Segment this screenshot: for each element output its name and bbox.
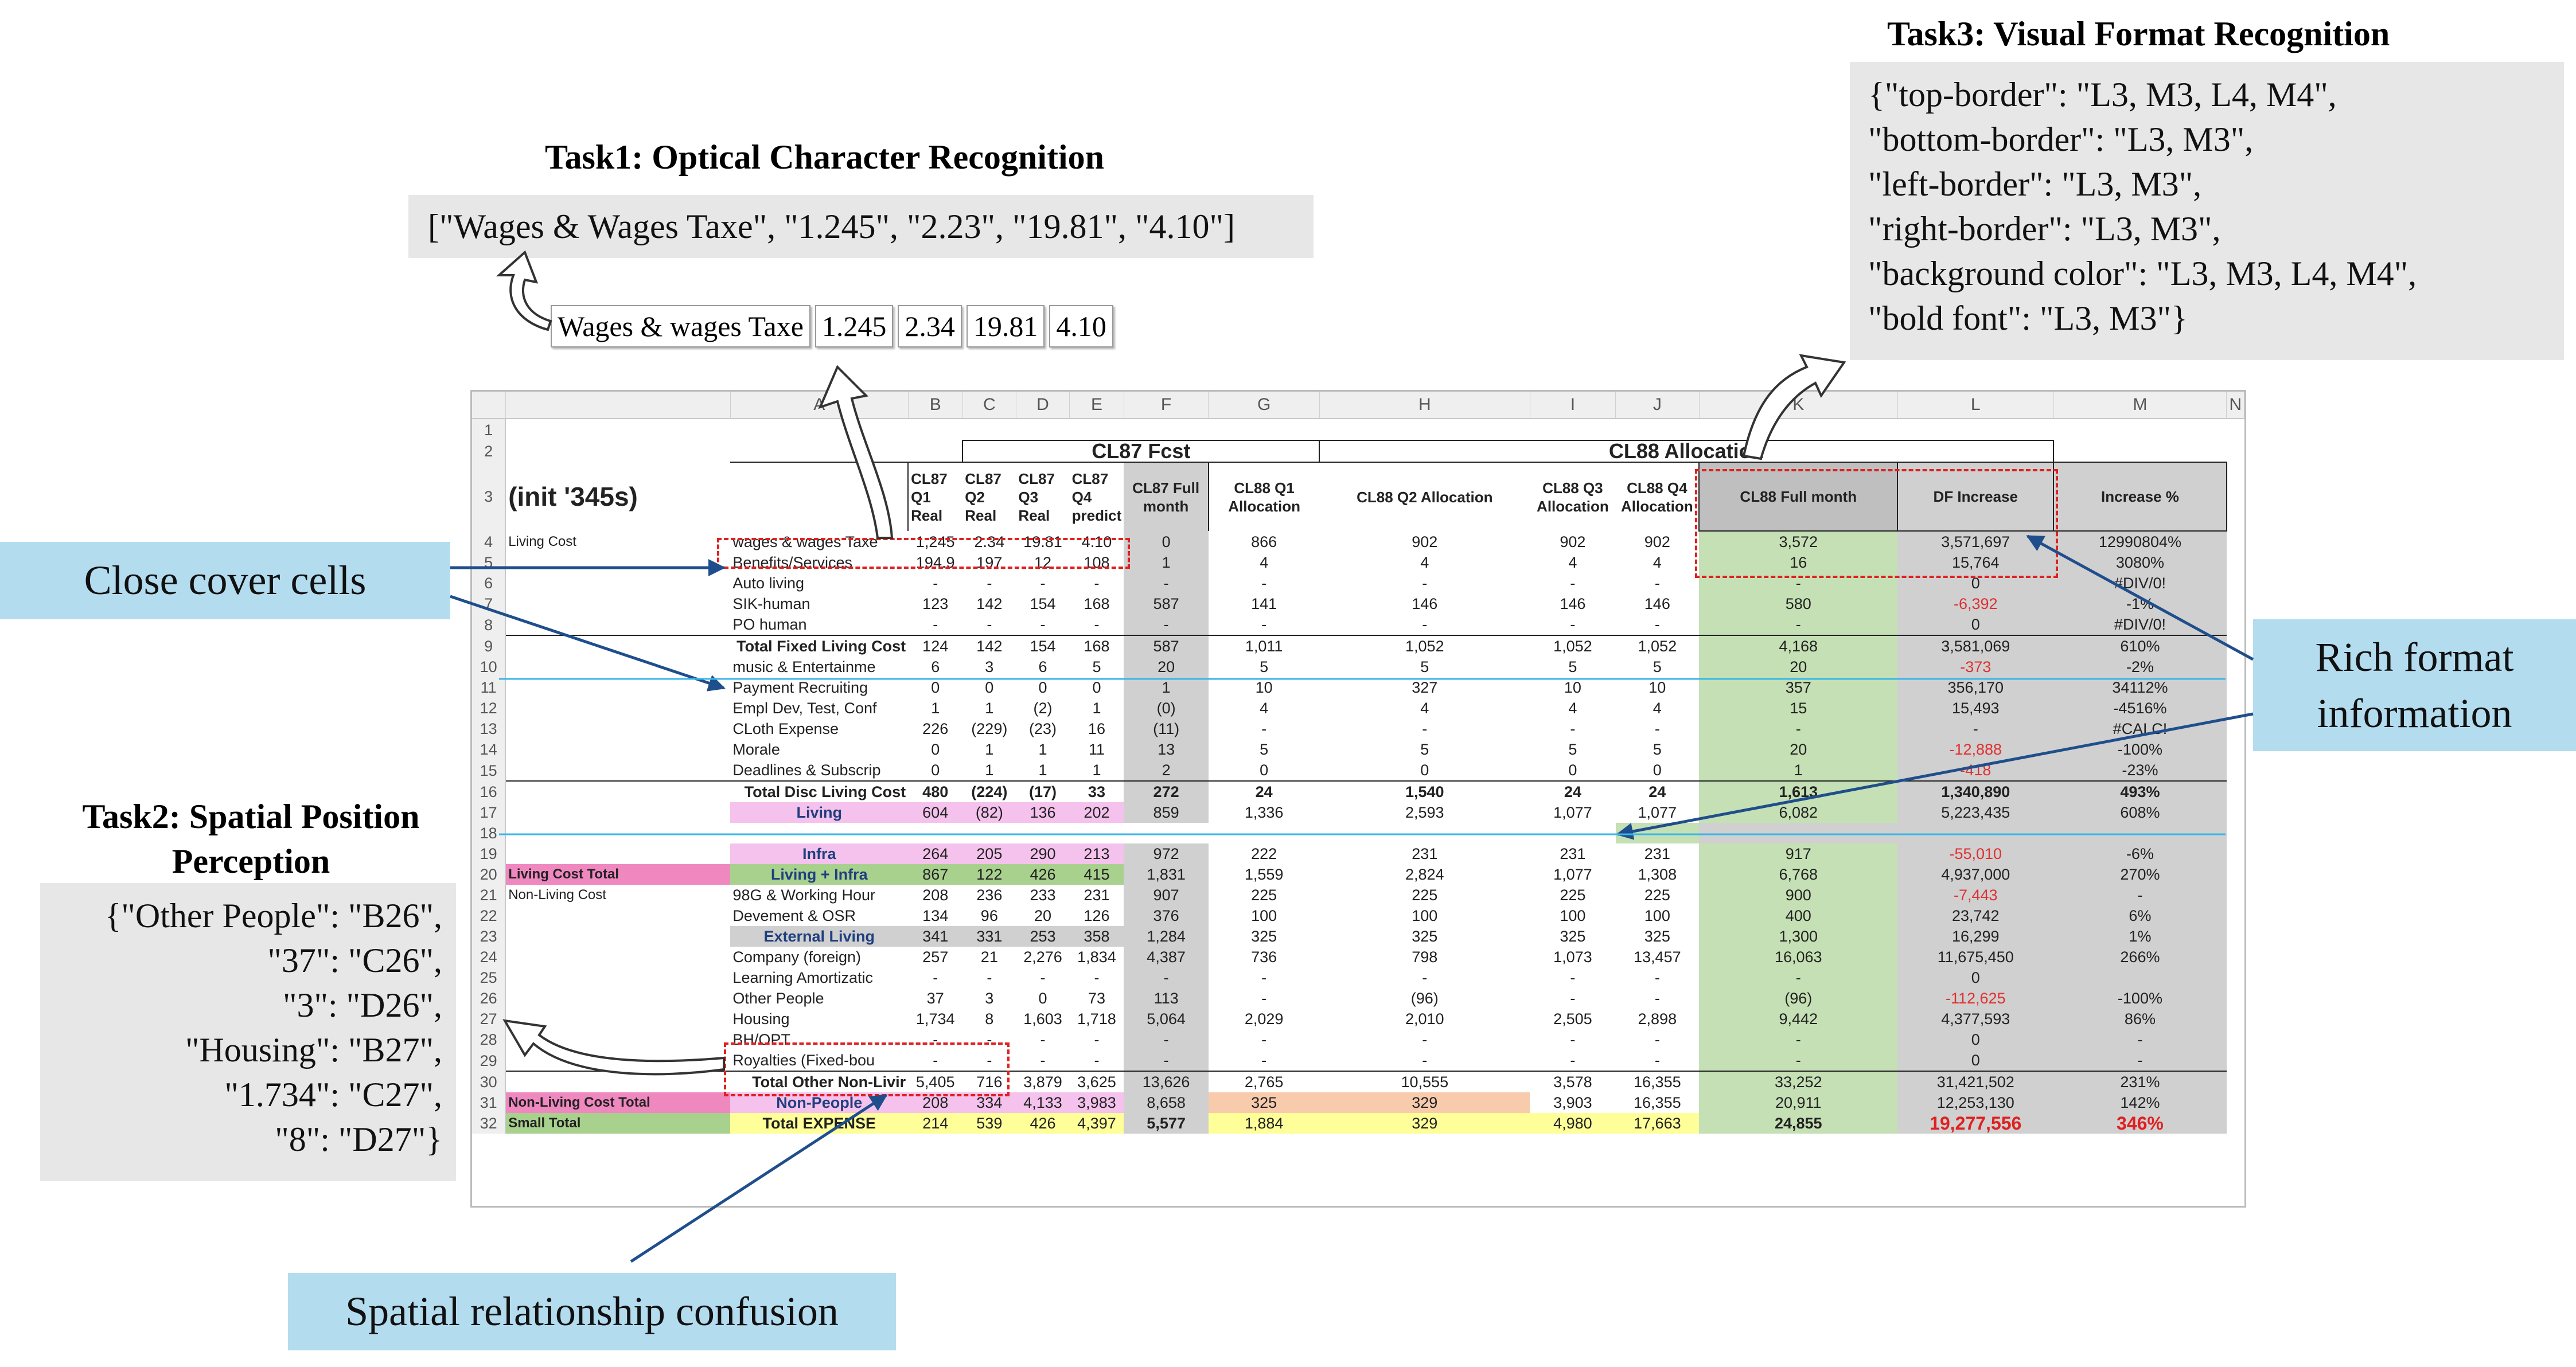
rich-format-arrow-2	[1616, 712, 2254, 840]
ocr-back-arrow	[496, 250, 552, 331]
task1-hollow-arrow	[818, 365, 894, 539]
rich-format-arrow-1	[2026, 534, 2254, 661]
close-cover-arrow-2	[450, 595, 726, 692]
arrows-overlay	[450, 250, 2254, 1263]
task2-hollow-arrow	[502, 1019, 725, 1076]
task3-hollow-arrow	[1742, 354, 1846, 460]
spatial-confusion-arrow	[630, 1093, 888, 1263]
